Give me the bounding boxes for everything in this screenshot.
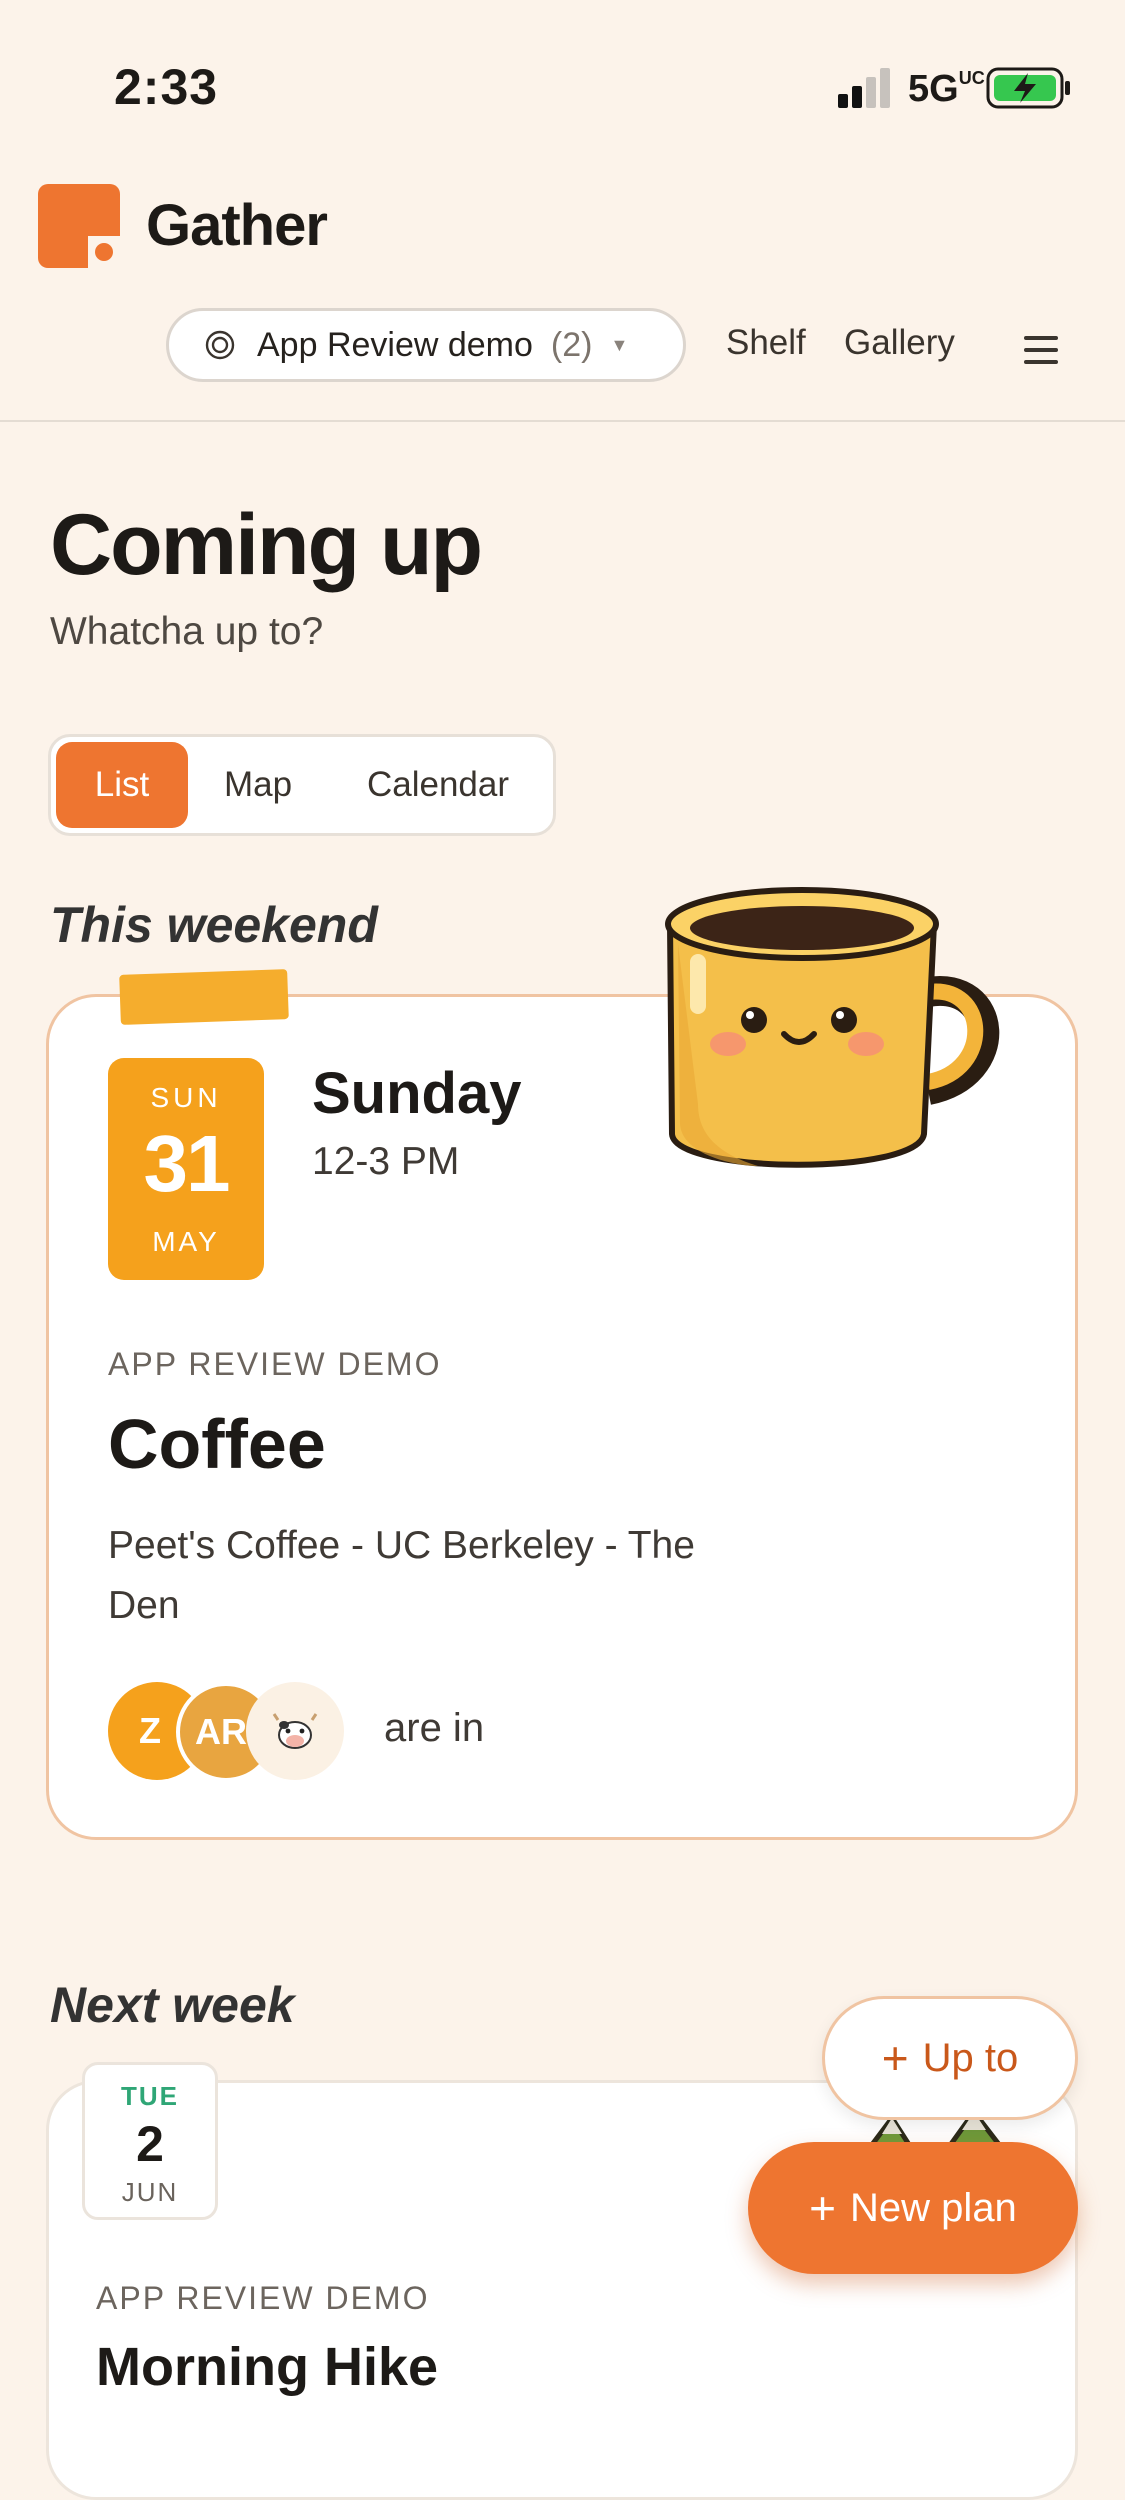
plus-icon: + — [881, 2032, 909, 2084]
date-day-number: 31 — [143, 1119, 231, 1208]
event-time: 12-3 PM — [312, 1140, 460, 1183]
coffee-mug-icon — [665, 887, 1000, 1168]
page-title: Coming up — [50, 497, 483, 593]
status-time: 2:33 — [114, 59, 219, 115]
cow-icon — [272, 1713, 318, 1749]
date-month: JUN — [121, 2177, 179, 2207]
battery-charging-icon — [986, 67, 1070, 109]
tab-list[interactable]: List — [56, 742, 188, 828]
header-divider — [0, 420, 1125, 422]
new-plan-button[interactable]: + New plan — [748, 2142, 1078, 2274]
group-selector-label: App Review demo — [257, 325, 533, 364]
event-group-label: APP REVIEW DEMO — [108, 1346, 442, 1382]
tab-calendar[interactable]: Calendar — [340, 742, 536, 828]
event-date-badge: TUE 2 JUN — [82, 2062, 218, 2220]
date-month: MAY — [152, 1226, 220, 1257]
date-day-of-week: TUE — [121, 2081, 179, 2111]
group-selector[interactable]: App Review demo (2) ▼ — [166, 308, 686, 382]
plus-icon: + — [809, 2182, 837, 2234]
radio-target-icon — [205, 330, 235, 360]
attendance-text: are in — [384, 1706, 485, 1750]
nav-shelf-link[interactable]: Shelf — [726, 323, 806, 363]
event-group-label: APP REVIEW DEMO — [96, 2280, 430, 2316]
page-subtitle: Whatcha up to? — [50, 610, 324, 653]
network-type: 5GUC — [908, 68, 985, 110]
chevron-down-icon: ▼ — [610, 334, 629, 355]
avatar — [246, 1682, 344, 1780]
event-day-name: Sunday — [312, 1061, 522, 1126]
tab-map[interactable]: Map — [200, 742, 316, 828]
up-to-button[interactable]: + Up to — [822, 1996, 1078, 2120]
event-title: Morning Hike — [96, 2337, 439, 2397]
event-date-badge: SUN 31 MAY — [108, 1058, 264, 1280]
event-location: Peet's Coffee - UC Berkeley - The Den — [108, 1524, 695, 1627]
date-day-number: 2 — [136, 2116, 164, 2172]
hamburger-menu-icon[interactable] — [1024, 336, 1058, 364]
gather-logo-icon[interactable] — [38, 184, 120, 268]
tape-decoration — [119, 969, 289, 1025]
cellular-signal-icon — [838, 68, 890, 108]
group-selector-count: (2) — [550, 325, 593, 364]
app-name: Gather — [146, 193, 328, 258]
section-heading-next-week: Next week — [50, 1977, 295, 2033]
event-title: Coffee — [108, 1405, 326, 1483]
nav-gallery-link[interactable]: Gallery — [844, 323, 955, 363]
section-heading-this-weekend: This weekend — [50, 897, 378, 953]
date-day-of-week: SUN — [150, 1082, 222, 1113]
